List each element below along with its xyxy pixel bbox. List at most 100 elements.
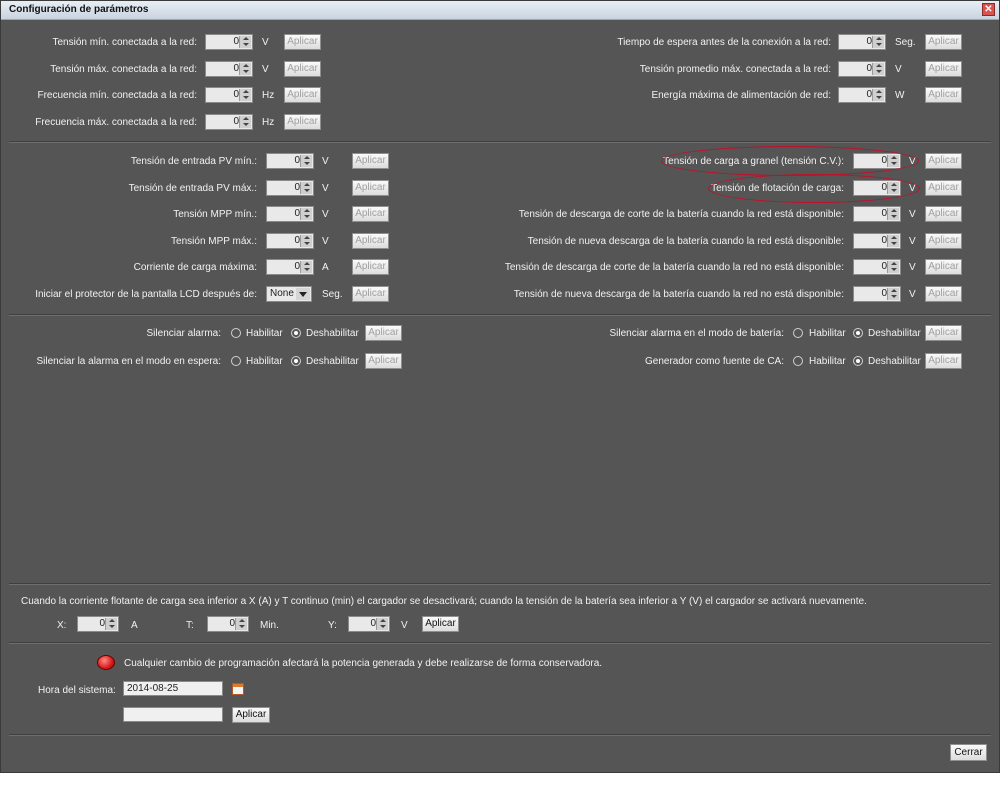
grid-avg-voltage-max-input[interactable]: 0 <box>838 61 886 77</box>
mpp-voltage-max-unit: V <box>322 236 329 247</box>
grid-wait-time-unit: Seg. <box>895 37 916 48</box>
silence-battery-alarm-label: Silenciar alarma en el modo de batería: <box>609 328 784 339</box>
spinner-arrows-icon[interactable] <box>300 182 312 194</box>
cutoff-discharge-grid-available-apply-button[interactable]: Aplicar <box>925 206 962 222</box>
float-charge-voltage-apply-button[interactable]: Aplicar <box>925 180 962 196</box>
charger-t-input[interactable]: 0 <box>207 616 249 632</box>
grid-voltage-max-label: Tensión máx. conectada a la red: <box>50 64 197 75</box>
pv-input-min-label: Tensión de entrada PV mín.: <box>130 156 257 167</box>
dropdown-arrow-icon[interactable] <box>296 288 310 300</box>
generator-ac-source-enable-radio[interactable] <box>793 356 803 366</box>
highlight-ellipse-float-voltage <box>708 174 920 203</box>
spinner-arrows-icon[interactable] <box>239 116 251 128</box>
system-time-apply-button[interactable]: Aplicar <box>232 707 270 723</box>
charger-t-unit: Min. <box>260 620 279 631</box>
grid-frequency-max-input[interactable]: 0 <box>205 114 253 130</box>
spinner-arrows-icon[interactable] <box>872 89 884 101</box>
max-charge-current-apply-button[interactable]: Aplicar <box>352 259 389 275</box>
grid-max-feed-energy-apply-button[interactable]: Aplicar <box>925 87 962 103</box>
close-button[interactable]: Cerrar <box>950 744 987 761</box>
silence-standby-alarm-disable-radio[interactable] <box>291 356 301 366</box>
silence-alarm-enable-radio[interactable] <box>231 328 241 338</box>
grid-voltage-max-apply-button[interactable]: Aplicar <box>284 61 321 77</box>
silence-standby-alarm-label: Silenciar la alarma en el modo en espera… <box>36 356 221 367</box>
cutoff-discharge-grid-unavailable-apply-button[interactable]: Aplicar <box>925 259 962 275</box>
grid-voltage-min-input[interactable]: 0 <box>205 34 253 50</box>
grid-voltage-min-apply-button[interactable]: Aplicar <box>284 34 321 50</box>
max-charge-current-input[interactable]: 0 <box>266 259 314 275</box>
redischarge-grid-unavailable-unit: V <box>909 289 916 300</box>
charger-y-input[interactable]: 0 <box>348 616 390 632</box>
spinner-arrows-icon[interactable] <box>872 63 884 75</box>
pv-input-min-input[interactable]: 0 <box>266 153 314 169</box>
grid-voltage-max-input[interactable]: 0 <box>205 61 253 77</box>
mpp-voltage-min-label: Tensión MPP mín.: <box>173 209 257 220</box>
silence-alarm-disable-radio[interactable] <box>291 328 301 338</box>
grid-voltage-min-label: Tensión mín. conectada a la red: <box>52 37 197 48</box>
silence-standby-alarm-apply-button[interactable]: Aplicar <box>365 353 402 369</box>
spinner-arrows-icon[interactable] <box>235 618 247 630</box>
silence-alarm-label: Silenciar alarma: <box>146 328 221 339</box>
grid-frequency-max-apply-button[interactable]: Aplicar <box>284 114 321 130</box>
spinner-arrows-icon[interactable] <box>105 618 117 630</box>
cutoff-discharge-grid-unavailable-input[interactable]: 0 <box>853 259 901 275</box>
silence-standby-alarm-enable-radio[interactable] <box>231 356 241 366</box>
silence-battery-alarm-disable-radio[interactable] <box>853 328 863 338</box>
charger-apply-button[interactable]: Aplicar <box>422 616 459 632</box>
spinner-arrows-icon[interactable] <box>887 235 899 247</box>
grid-frequency-min-apply-button[interactable]: Aplicar <box>284 87 321 103</box>
section-divider <box>9 734 991 736</box>
system-date-field[interactable]: 2014-08-25 <box>123 681 223 696</box>
close-icon[interactable]: ✕ <box>982 3 995 16</box>
grid-frequency-min-unit: Hz <box>262 90 275 101</box>
silence-alarm-apply-button[interactable]: Aplicar <box>365 325 402 341</box>
grid-frequency-max-label: Frecuencia máx. conectada a la red: <box>35 117 197 128</box>
mpp-voltage-min-apply-button[interactable]: Aplicar <box>352 206 389 222</box>
redischarge-grid-available-input[interactable]: 0 <box>853 233 901 249</box>
silence-battery-alarm-apply-button[interactable]: Aplicar <box>925 325 962 341</box>
spinner-arrows-icon[interactable] <box>887 288 899 300</box>
charger-description: Cuando la corriente flotante de carga se… <box>21 596 867 607</box>
grid-wait-time-input[interactable]: 0 <box>838 34 886 50</box>
calendar-icon[interactable] <box>232 683 244 695</box>
spinner-arrows-icon[interactable] <box>887 208 899 220</box>
cutoff-discharge-grid-available-input[interactable]: 0 <box>853 206 901 222</box>
redischarge-grid-unavailable-input[interactable]: 0 <box>853 286 901 302</box>
section-divider <box>9 642 991 644</box>
section-divider <box>9 583 991 585</box>
spinner-arrows-icon[interactable] <box>300 155 312 167</box>
parameters-dialog: Configuración de parámetros ✕ Tensión mí… <box>0 0 1000 773</box>
grid-wait-time-apply-button[interactable]: Aplicar <box>925 34 962 50</box>
spinner-arrows-icon[interactable] <box>239 89 251 101</box>
silence-standby-alarm-enable-label: Habilitar <box>246 356 283 367</box>
spinner-arrows-icon[interactable] <box>239 63 251 75</box>
spinner-arrows-icon[interactable] <box>887 261 899 273</box>
spinner-arrows-icon[interactable] <box>300 235 312 247</box>
spinner-arrows-icon[interactable] <box>872 36 884 48</box>
grid-voltage-max-unit: V <box>262 64 269 75</box>
mpp-voltage-min-input[interactable]: 0 <box>266 206 314 222</box>
spinner-arrows-icon[interactable] <box>300 208 312 220</box>
redischarge-grid-unavailable-apply-button[interactable]: Aplicar <box>925 286 962 302</box>
charger-x-input[interactable]: 0 <box>77 616 119 632</box>
pv-input-max-input[interactable]: 0 <box>266 180 314 196</box>
lcd-screensaver-select[interactable]: None <box>266 286 312 302</box>
lcd-screensaver-apply-button[interactable]: Aplicar <box>352 286 389 302</box>
mpp-voltage-max-input[interactable]: 0 <box>266 233 314 249</box>
generator-ac-source-apply-button[interactable]: Aplicar <box>925 353 962 369</box>
spinner-arrows-icon[interactable] <box>300 261 312 273</box>
grid-max-feed-energy-input[interactable]: 0 <box>838 87 886 103</box>
spinner-arrows-icon[interactable] <box>239 36 251 48</box>
system-time-field[interactable] <box>123 707 223 722</box>
pv-input-max-apply-button[interactable]: Aplicar <box>352 180 389 196</box>
bulk-charge-voltage-apply-button[interactable]: Aplicar <box>925 153 962 169</box>
grid-frequency-min-input[interactable]: 0 <box>205 87 253 103</box>
generator-ac-source-disable-radio[interactable] <box>853 356 863 366</box>
grid-avg-voltage-max-apply-button[interactable]: Aplicar <box>925 61 962 77</box>
lcd-screensaver-label: Iniciar el protector de la pantalla LCD … <box>35 289 257 300</box>
pv-input-min-apply-button[interactable]: Aplicar <box>352 153 389 169</box>
mpp-voltage-max-apply-button[interactable]: Aplicar <box>352 233 389 249</box>
spinner-arrows-icon[interactable] <box>376 618 388 630</box>
silence-battery-alarm-enable-radio[interactable] <box>793 328 803 338</box>
redischarge-grid-available-apply-button[interactable]: Aplicar <box>925 233 962 249</box>
